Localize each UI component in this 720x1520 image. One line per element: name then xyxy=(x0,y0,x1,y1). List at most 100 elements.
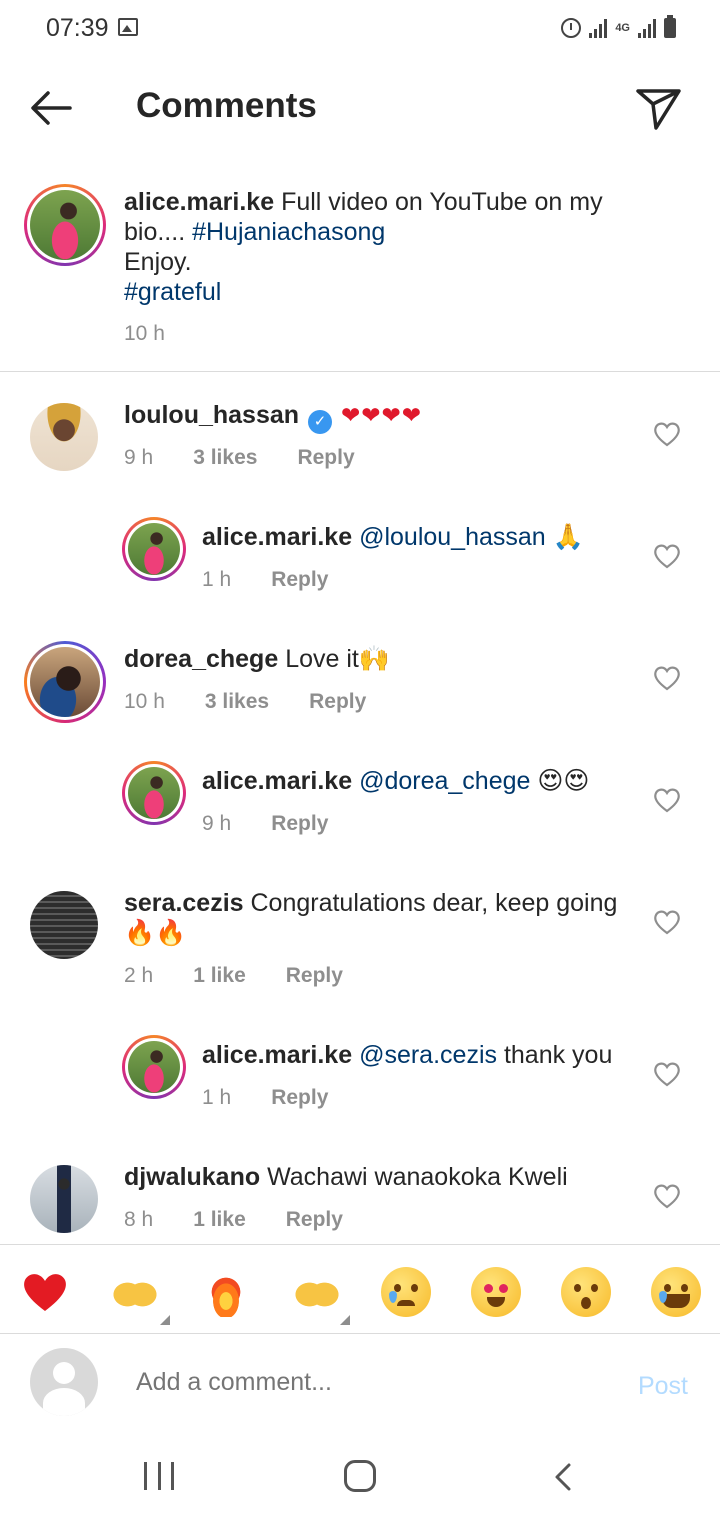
comment-body: 🙏 xyxy=(545,523,584,551)
system-nav-bar xyxy=(0,1436,720,1520)
status-icons: 4G xyxy=(561,14,676,42)
comment-body: Love it🙌 xyxy=(278,645,390,673)
avatar[interactable] xyxy=(30,1165,98,1233)
network-type-label: 4G xyxy=(615,22,630,34)
avatar[interactable] xyxy=(30,403,98,471)
comment-username[interactable]: loulou_hassan xyxy=(124,401,299,429)
reply-button[interactable]: Reply xyxy=(309,690,366,714)
likes-count[interactable]: 1 like xyxy=(193,1208,246,1232)
surprised-face-icon[interactable] xyxy=(561,1267,611,1317)
hashtag-link[interactable]: #grateful xyxy=(124,278,221,306)
story-ring[interactable] xyxy=(122,1035,186,1099)
story-ring[interactable] xyxy=(24,641,106,723)
comment-text: alice.mari.ke @loulou_hassan 🙏 xyxy=(202,522,584,552)
crying-face-icon[interactable] xyxy=(381,1267,431,1317)
comment-username[interactable]: alice.mari.ke xyxy=(202,767,352,795)
comment-meta: 8 h 1 like Reply xyxy=(124,1208,343,1232)
comment-username[interactable]: alice.mari.ke xyxy=(202,523,352,551)
reply-button[interactable]: Reply xyxy=(286,1208,343,1232)
likes-count[interactable]: 3 likes xyxy=(205,690,269,714)
avatar xyxy=(30,190,100,260)
mention-link[interactable]: @dorea_chege xyxy=(359,767,530,795)
like-heart-icon[interactable] xyxy=(652,786,682,814)
system-back-button[interactable] xyxy=(552,1462,574,1492)
like-heart-icon[interactable] xyxy=(652,664,682,692)
mention-link[interactable]: @loulou_hassan xyxy=(359,523,546,551)
like-heart-icon[interactable] xyxy=(652,908,682,936)
caption-meta: 10 h xyxy=(124,322,165,346)
post-button[interactable]: Post xyxy=(638,1372,688,1401)
comment-meta: 9 h 3 likes Reply xyxy=(124,446,355,470)
like-heart-icon[interactable] xyxy=(652,420,682,448)
comment-text: loulou_hassan ✓ ❤❤❤❤ xyxy=(124,400,422,434)
reply-button[interactable]: Reply xyxy=(271,812,328,836)
comment-composer: Post xyxy=(0,1336,720,1432)
reply-button[interactable]: Reply xyxy=(271,568,328,592)
likes-count[interactable]: 3 likes xyxy=(193,446,257,470)
comment-meta: 10 h 3 likes Reply xyxy=(124,690,366,714)
fire-icon[interactable] xyxy=(201,1267,251,1317)
timestamp: 2 h xyxy=(124,964,154,987)
comment-body-line2: 🔥🔥 xyxy=(124,919,187,947)
gallery-notification-icon xyxy=(118,18,138,36)
like-heart-icon[interactable] xyxy=(652,542,682,570)
story-ring[interactable] xyxy=(122,761,186,825)
comment-body: Congratulations dear, keep going xyxy=(243,889,618,917)
reply-button[interactable]: Reply xyxy=(286,964,343,988)
home-button[interactable] xyxy=(344,1460,376,1492)
like-heart-icon[interactable] xyxy=(652,1182,682,1210)
reply-button[interactable]: Reply xyxy=(297,446,354,470)
verified-badge-icon: ✓ xyxy=(308,410,332,434)
clapping-hands-icon[interactable] xyxy=(292,1267,342,1317)
comment-body: thank you xyxy=(497,1041,613,1069)
timestamp: 9 h xyxy=(202,812,232,835)
comment-input[interactable] xyxy=(136,1368,606,1397)
arrow-left-icon xyxy=(31,91,72,125)
header: Comments xyxy=(0,60,720,156)
battery-icon xyxy=(664,15,676,38)
like-heart-icon[interactable] xyxy=(652,1060,682,1088)
comment-text: sera.cezis Congratulations dear, keep go… xyxy=(124,888,634,948)
comment-text: dorea_chege Love it🙌 xyxy=(124,644,390,674)
comment-meta: 9 h Reply xyxy=(202,812,328,836)
red-heart-icon[interactable] xyxy=(20,1267,70,1317)
hashtag-link[interactable]: #Hujaniachasong xyxy=(192,218,385,246)
heart-eyes-face-icon[interactable] xyxy=(471,1267,521,1317)
recent-apps-button[interactable] xyxy=(144,1462,174,1490)
comment-meta: 2 h 1 like Reply xyxy=(124,964,343,988)
timestamp: 10 h xyxy=(124,322,165,345)
post-caption: alice.mari.ke Full video on YouTube on m… xyxy=(0,170,720,372)
comment-text: djwalukano Wachawi wanaokoka Kweli xyxy=(124,1162,568,1192)
comment-body: 😍😍 xyxy=(530,767,590,795)
signal-icon-2 xyxy=(638,18,656,38)
skin-tone-indicator xyxy=(160,1315,170,1325)
share-button[interactable] xyxy=(634,84,684,132)
avatar xyxy=(30,647,100,717)
laughing-face-icon[interactable] xyxy=(651,1267,701,1317)
timestamp: 10 h xyxy=(124,690,165,713)
comment-username[interactable]: sera.cezis xyxy=(124,889,244,917)
likes-count[interactable]: 1 like xyxy=(193,964,246,988)
page-title: Comments xyxy=(136,86,317,125)
caption-text: alice.mari.ke Full video on YouTube on m… xyxy=(124,187,644,307)
comment-body: ❤❤❤❤ xyxy=(340,403,423,429)
back-button[interactable] xyxy=(26,84,78,132)
avatar xyxy=(128,1041,180,1093)
comment-text: alice.mari.ke @sera.cezis thank you xyxy=(202,1040,612,1070)
reply-button[interactable]: Reply xyxy=(271,1086,328,1110)
comment-meta: 1 h Reply xyxy=(202,1086,328,1110)
comment-body: Wachawi wanaokoka Kweli xyxy=(260,1163,568,1191)
status-bar: 07:39 4G xyxy=(0,0,720,56)
raising-hands-icon[interactable] xyxy=(110,1267,160,1317)
skin-tone-indicator xyxy=(340,1315,350,1325)
comment-username[interactable]: djwalukano xyxy=(124,1163,260,1191)
mention-link[interactable]: @sera.cezis xyxy=(359,1041,497,1069)
comment-username[interactable]: alice.mari.ke xyxy=(202,1041,352,1069)
comment-username[interactable]: dorea_chege xyxy=(124,645,278,673)
caption-username[interactable]: alice.mari.ke xyxy=(124,188,274,216)
avatar[interactable] xyxy=(30,891,98,959)
comment-meta: 1 h Reply xyxy=(202,568,328,592)
story-ring[interactable] xyxy=(24,184,106,266)
caption-line: Enjoy. xyxy=(124,248,192,276)
story-ring[interactable] xyxy=(122,517,186,581)
